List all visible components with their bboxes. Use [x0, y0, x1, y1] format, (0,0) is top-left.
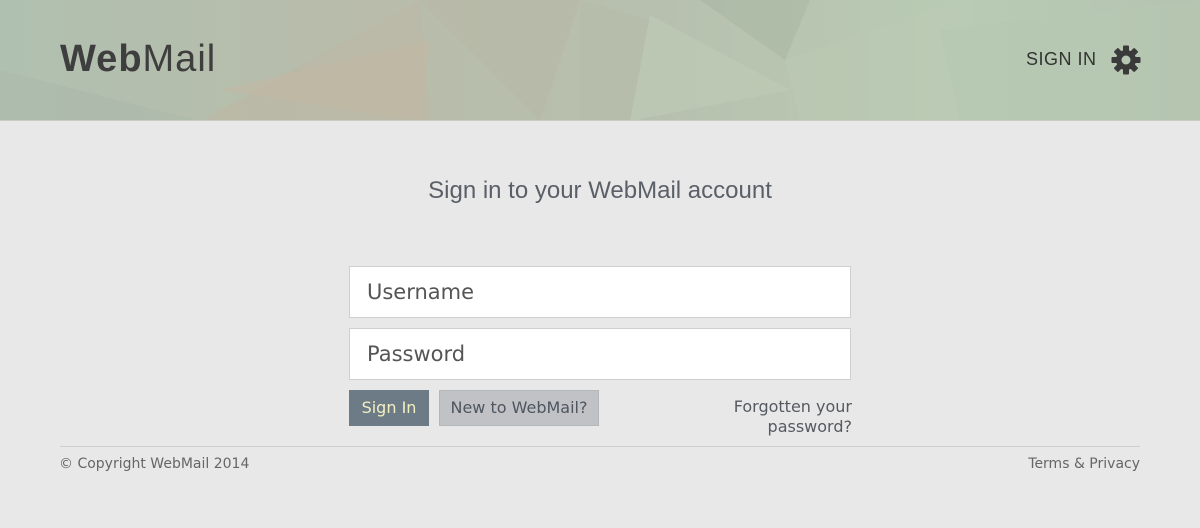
- forgot-password-link[interactable]: Forgotten your password?: [652, 397, 852, 437]
- username-input[interactable]: [349, 266, 851, 318]
- terms-privacy-link[interactable]: Terms & Privacy: [960, 456, 1140, 472]
- header-banner: WebMail SIGN IN: [0, 0, 1200, 121]
- password-input[interactable]: [349, 328, 851, 380]
- header-sign-in-link[interactable]: SIGN IN: [1026, 49, 1097, 69]
- sign-in-button[interactable]: Sign In: [349, 390, 429, 426]
- logo-bold-text: Web: [60, 38, 143, 80]
- gear-icon[interactable]: [1110, 44, 1142, 76]
- copyright-text: © Copyright WebMail 2014: [59, 456, 250, 472]
- logo[interactable]: WebMail: [60, 37, 216, 81]
- new-account-button[interactable]: New to WebMail?: [439, 390, 599, 426]
- logo-regular-text: Mail: [142, 38, 217, 80]
- page-title: Sign in to your WebMail account: [428, 177, 772, 204]
- footer-divider: [60, 446, 1140, 447]
